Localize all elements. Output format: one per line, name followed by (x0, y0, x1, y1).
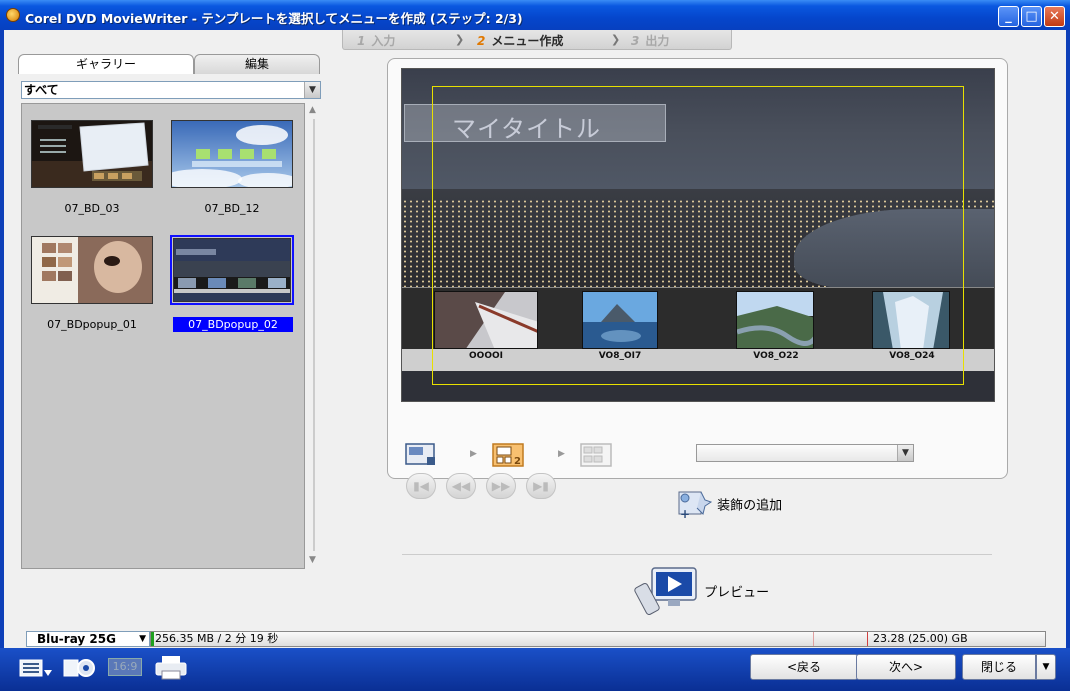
next-button[interactable]: 次へ> (856, 654, 956, 680)
skip-to-start-button[interactable]: ▮◀ (406, 473, 436, 499)
add-decoration-button[interactable]: + 装飾の追加 (677, 488, 783, 521)
preferences-gear-icon[interactable] (62, 654, 98, 680)
printer-icon[interactable] (154, 654, 188, 680)
template-thumbnail-07-bd-03[interactable] (31, 120, 153, 188)
title-bar[interactable]: Corel DVD MovieWriter - テンプレートを選択してメニューを… (0, 0, 1070, 30)
project-settings-icon[interactable] (18, 654, 54, 680)
chapter-menu-icon[interactable] (580, 443, 612, 467)
template-thumbnail-07-bd-12[interactable] (162, 120, 298, 189)
step-number: 3 (631, 34, 640, 48)
add-decoration-label: 装飾の追加 (717, 498, 783, 514)
close-button[interactable]: 閉じる (962, 654, 1036, 680)
window-title: Corel DVD MovieWriter - テンプレートを選択してメニューを… (25, 11, 523, 26)
chevron-down-icon[interactable]: ▼ (304, 82, 320, 98)
template-label-selected[interactable]: 07_BDpopup_02 (173, 317, 293, 332)
fast-forward-button[interactable]: ▶▶ (486, 473, 516, 499)
capacity-marker (813, 632, 814, 646)
step-arrow-icon: ❯ (611, 33, 621, 46)
step-label: メニュー作成 (491, 34, 564, 48)
scroll-up-icon[interactable]: ▲ (309, 105, 316, 115)
capacity-used-fill (151, 632, 154, 646)
template-gallery: 07_BD_03 07_BD_12 07_BDpopup_01 07_BDpop… (21, 103, 305, 569)
preview-button[interactable]: プレビュー (634, 566, 769, 616)
chevron-down-icon[interactable]: ▼ (897, 445, 913, 461)
template-preview-image (32, 237, 152, 303)
disc-capacity-bar: 256.35 MB / 2 分 19 秒 23.28 (25.00) GB (150, 631, 1046, 647)
gallery-filter-value: すべて (24, 83, 59, 97)
app-window: Corel DVD MovieWriter - テンプレートを選択してメニューを… (0, 0, 1070, 691)
step-output: 3 出力 (631, 32, 669, 49)
back-button[interactable]: <戻る (750, 654, 858, 680)
maximize-button[interactable]: □ (1021, 6, 1042, 27)
close-options-chevron-down-icon[interactable]: ▼ (1036, 654, 1056, 680)
svg-text:+: + (680, 507, 690, 520)
capacity-limit-marker (867, 632, 868, 646)
template-label[interactable]: 07_BD_03 (31, 201, 153, 216)
divider (402, 554, 992, 555)
rewind-button[interactable]: ◀◀ (446, 473, 476, 499)
aspect-ratio-label: 16:9 (108, 658, 142, 676)
add-decoration-icon: + (678, 491, 713, 521)
template-preview-image (162, 121, 298, 189)
aspect-ratio-button[interactable]: 16:9 (106, 654, 144, 680)
step-input: 1 入力 (357, 32, 395, 49)
scroll-down-icon[interactable]: ▼ (309, 555, 316, 565)
gallery-filter-select[interactable]: すべて ▼ (21, 81, 321, 99)
step-arrow-icon: ❯ (455, 33, 465, 46)
sub-menu-icon[interactable]: 2 (492, 443, 524, 467)
gallery-scrollbar[interactable]: ▲ ▼ (307, 103, 321, 569)
capacity-total-text: 23.28 (25.00) GB (873, 632, 968, 645)
arrow-right-icon: ▶ (470, 449, 477, 459)
step-label: 入力 (371, 34, 396, 48)
app-logo-icon (6, 8, 20, 22)
step-indicator: 1 入力 ❯ 2 メニュー作成 ❯ 3 出力 (342, 30, 732, 50)
tab-gallery[interactable]: ギャラリー (18, 54, 194, 74)
root-menu-icon[interactable] (405, 443, 437, 467)
menu-preview-panel: マイタイトル OOOOI VO8_OI7 VO8_O22 VO8_O24 ▶ 2… (387, 58, 1008, 499)
svg-text:2: 2 (514, 456, 521, 467)
template-thumbnail-07-bdpopup-02[interactable] (170, 235, 294, 305)
step-number: 1 (357, 34, 366, 48)
arrow-right-icon: ▶ (558, 449, 565, 459)
preview-remote-icon (634, 567, 697, 615)
minimize-button[interactable]: _ (998, 6, 1019, 27)
template-thumbnail-07-bdpopup-01[interactable] (31, 236, 153, 304)
bottom-toolbar: 16:9 <戻る 次へ> 閉じる ▼ (0, 648, 1070, 691)
status-bar: Blu-ray 25G ▼ 256.35 MB / 2 分 19 秒 23.28… (4, 630, 1066, 648)
panel-tabs: ギャラリー 編集 (18, 54, 322, 74)
template-preview-image (32, 121, 152, 187)
skip-to-end-button[interactable]: ▶▮ (526, 473, 556, 499)
title-safe-area (432, 86, 964, 385)
menu-list-select[interactable]: ▼ (696, 444, 914, 462)
preview-label: プレビュー (704, 585, 770, 601)
scroll-track[interactable] (313, 119, 315, 551)
close-window-button[interactable]: ✕ (1044, 6, 1065, 27)
step-number: 2 (477, 34, 486, 48)
template-label[interactable]: 07_BD_12 (171, 201, 293, 216)
disc-type-select[interactable]: Blu-ray 25G ▼ (26, 631, 150, 647)
menu-preview-screen[interactable]: マイタイトル OOOOI VO8_OI7 VO8_O22 VO8_O24 (401, 68, 995, 402)
template-label[interactable]: 07_BDpopup_01 (31, 317, 153, 332)
tab-edit[interactable]: 編集 (194, 54, 320, 74)
disc-type-value: Blu-ray 25G (37, 632, 116, 646)
client-area: 1 入力 ❯ 2 メニュー作成 ❯ 3 出力 ギャラリー 編集 すべて ▼ 07… (4, 30, 1066, 648)
minimize-icon: _ (1005, 9, 1012, 24)
maximize-icon: □ (1025, 9, 1038, 24)
template-preview-image (174, 239, 290, 301)
close-icon: ✕ (1049, 9, 1060, 24)
step-menu-create: 2 メニュー作成 (477, 32, 563, 49)
capacity-used-text: 256.35 MB / 2 分 19 秒 (155, 632, 279, 645)
chevron-down-icon[interactable]: ▼ (139, 632, 146, 646)
step-label: 出力 (645, 34, 670, 48)
